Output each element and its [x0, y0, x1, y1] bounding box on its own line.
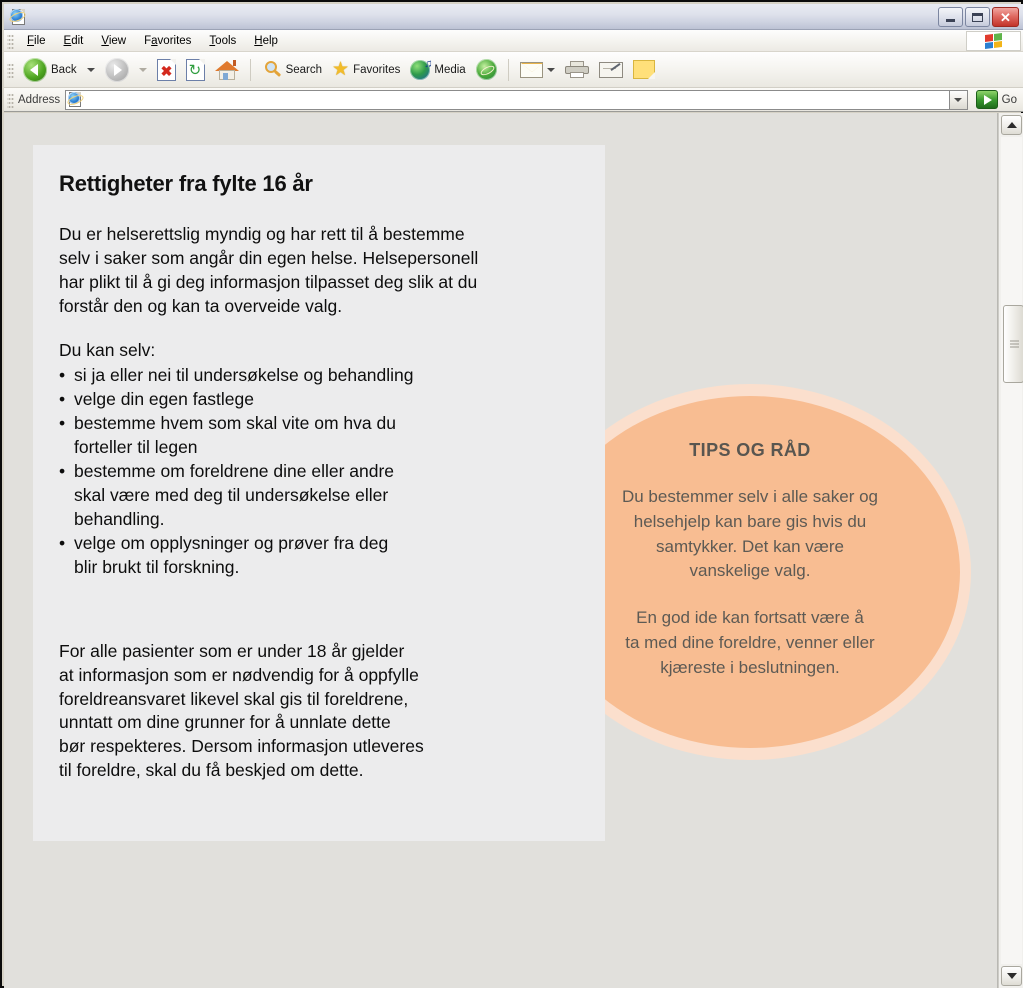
notes-button[interactable]: [628, 55, 660, 85]
chevron-down-icon: [1006, 973, 1017, 979]
back-label: Back: [51, 63, 77, 76]
scroll-up-button[interactable]: [1001, 115, 1022, 135]
address-dropdown-button[interactable]: [948, 89, 968, 110]
menu-item-view[interactable]: View: [92, 33, 135, 49]
window-frame: ✕ File Edit View Favorites Tools Help Ba…: [0, 0, 1023, 988]
go-button[interactable]: Go: [975, 90, 1017, 109]
browser-window-root: ✕ File Edit View Favorites Tools Help Ba…: [0, 0, 1023, 988]
tips-paragraph-1: Du bestemmer selv i alle saker og helseh…: [621, 487, 879, 581]
search-label: Search: [285, 63, 323, 76]
list-lead-in: Du kan selv:: [59, 339, 156, 360]
outro-paragraph: For alle pasienter som er under 18 år gj…: [59, 640, 424, 781]
menu-item-tools[interactable]: Tools: [200, 33, 245, 49]
tips-paragraph-2: En god ide kan fortsatt være å ta med di…: [625, 608, 875, 677]
address-input[interactable]: [88, 93, 949, 106]
close-icon: ✕: [1000, 9, 1011, 25]
mail-icon: [519, 61, 543, 78]
intro-paragraph: Du er helserettslig myndig og har rett t…: [59, 224, 479, 316]
favorites-label: Favorites: [353, 63, 401, 76]
sticky-note-icon: [632, 60, 655, 79]
close-button[interactable]: ✕: [992, 7, 1019, 27]
edit-button[interactable]: [594, 55, 628, 85]
home-button[interactable]: [210, 55, 244, 85]
menu-item-favorites[interactable]: Favorites: [135, 33, 200, 49]
toolbar-separator-2: [507, 58, 509, 81]
scroll-down-button[interactable]: [1001, 966, 1022, 986]
media-globe-icon: ♫: [410, 58, 432, 80]
stop-button[interactable]: ✖: [152, 55, 181, 85]
address-bar: Address Go: [4, 88, 1023, 112]
list-item: velge din egen fastlege: [59, 388, 581, 412]
media-label: Media: [434, 63, 466, 76]
maximize-icon: [972, 12, 983, 22]
edit-page-icon: [598, 61, 623, 78]
scrollbar-thumb[interactable]: [1003, 305, 1023, 383]
vertical-scrollbar[interactable]: [998, 113, 1023, 988]
maximize-button[interactable]: [965, 7, 990, 27]
forward-history-dropdown[interactable]: [134, 55, 152, 85]
refresh-icon: ↻: [185, 58, 205, 81]
chevron-up-icon: [1006, 122, 1017, 128]
page-canvas: TIPS OG RÅD Du bestemmer selv i alle sak…: [4, 113, 998, 988]
home-icon: [214, 59, 239, 80]
rights-list: si ja eller nei til undersøkelse og beha…: [59, 364, 581, 580]
printer-icon: [564, 60, 589, 79]
address-field-wrap[interactable]: [65, 89, 949, 110]
window-controls: ✕: [938, 7, 1019, 27]
forward-arrow-icon: [104, 57, 129, 82]
scrollbar-grip-icon: [1010, 340, 1019, 348]
list-item: bestemme om foreldrene dine eller andre …: [59, 460, 581, 532]
list-item: velge om opplysninger og prøver fra deg …: [59, 532, 581, 580]
favorites-button[interactable]: ★ Favorites: [327, 55, 405, 85]
back-button[interactable]: Back: [18, 55, 82, 85]
chevron-down-icon: [86, 67, 95, 72]
history-button[interactable]: [471, 55, 502, 85]
menu-item-help[interactable]: Help: [245, 33, 287, 49]
windows-flag-icon: [966, 31, 1021, 51]
toolbar-gripper[interactable]: [7, 61, 14, 78]
title-bar: ✕: [4, 4, 1023, 30]
toolbar: Back ✖ ↻ Search ★ Favorites ♫ Media: [4, 52, 1023, 88]
list-item: bestemme hvem som skal vite om hva du fo…: [59, 412, 581, 460]
print-button[interactable]: [560, 55, 594, 85]
menu-bar: File Edit View Favorites Tools Help: [4, 30, 1023, 52]
address-gripper[interactable]: [7, 91, 14, 108]
minimize-icon: [946, 19, 955, 22]
list-item: si ja eller nei til undersøkelse og beha…: [59, 364, 581, 388]
address-label: Address: [18, 93, 61, 106]
forward-button[interactable]: [100, 55, 134, 85]
mail-button[interactable]: [515, 55, 560, 85]
tips-title: TIPS OG RÅD: [689, 440, 811, 460]
stop-icon: ✖: [156, 58, 176, 81]
search-icon: [262, 60, 282, 80]
minimize-button[interactable]: [938, 7, 963, 27]
menu-item-edit[interactable]: Edit: [55, 33, 93, 49]
go-label: Go: [1001, 93, 1017, 106]
search-button[interactable]: Search: [257, 55, 327, 85]
ie-logo-icon: [10, 8, 28, 26]
go-arrow-icon: [975, 90, 998, 109]
scrollbar-track[interactable]: [1001, 137, 1023, 964]
refresh-button[interactable]: ↻: [181, 55, 210, 85]
chevron-down-dim-icon: [138, 67, 147, 72]
back-arrow-icon: [23, 57, 47, 82]
content-card: Rettigheter fra fylte 16 år Du er helser…: [33, 145, 605, 841]
mail-chevron-down-icon: [546, 67, 555, 72]
media-button[interactable]: ♫ Media: [405, 55, 470, 85]
page-title: Rettigheter fra fylte 16 år: [59, 171, 313, 196]
address-page-icon: [68, 91, 84, 108]
toolbar-separator: [249, 58, 251, 81]
menu-gripper[interactable]: [7, 32, 14, 49]
star-icon: ★: [332, 59, 350, 80]
page-viewport: TIPS OG RÅD Du bestemmer selv i alle sak…: [4, 113, 1023, 988]
back-history-dropdown[interactable]: [82, 55, 100, 85]
menu-item-file[interactable]: File: [18, 33, 55, 49]
address-chevron-down-icon: [954, 97, 963, 102]
history-swirl-icon: [475, 59, 497, 80]
